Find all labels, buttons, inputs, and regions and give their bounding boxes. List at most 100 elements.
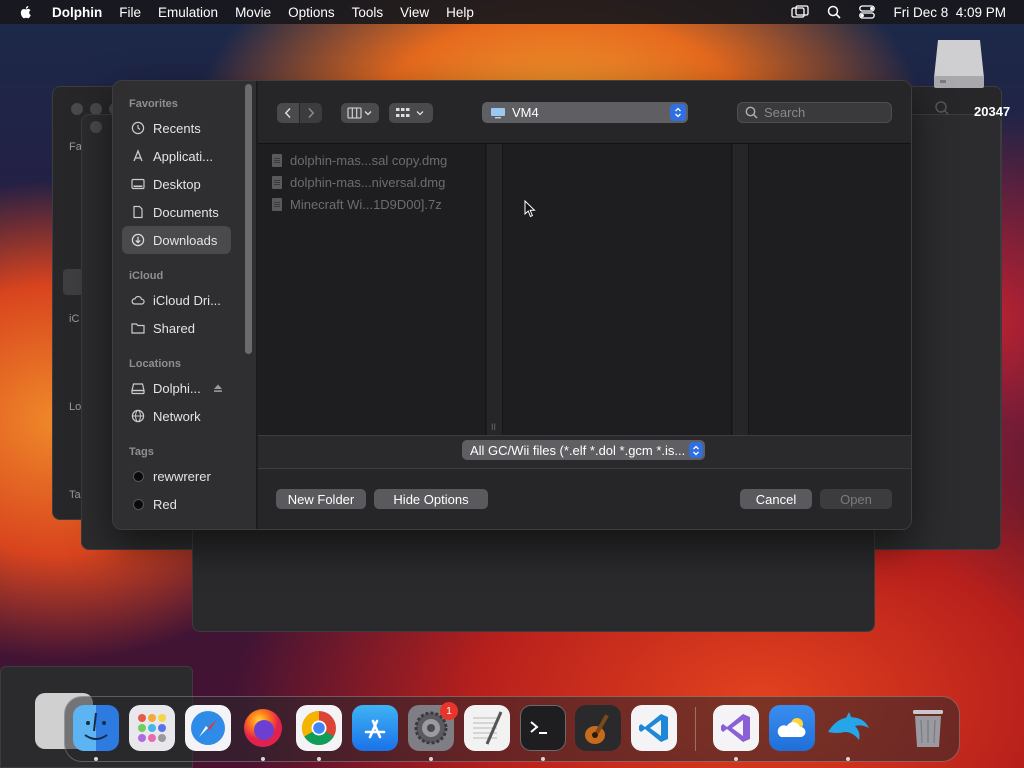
file-type-filter[interactable]: All GC/Wii files (*.elf *.dol *.gcm *.is… — [462, 440, 705, 460]
screen-mirroring-icon[interactable] — [791, 5, 810, 19]
control-center-icon[interactable] — [859, 5, 876, 19]
cancel-button[interactable]: Cancel — [740, 489, 812, 509]
grid-icon — [396, 108, 424, 117]
chevron-left-icon — [284, 107, 291, 119]
sidebar-item-downloads[interactable]: Downloads — [122, 226, 231, 254]
sidebar-item-label: Shared — [153, 320, 195, 336]
menu-app-name[interactable]: Dolphin — [52, 5, 102, 20]
column-browser: dolphin-mas...sal copy.dmg dolphin-mas..… — [258, 143, 911, 436]
browser-column — [502, 144, 732, 436]
column-view-button[interactable] — [341, 103, 379, 123]
sidebar-item-shared[interactable]: Shared — [122, 314, 231, 342]
running-indicator — [541, 757, 545, 761]
terminal-icon[interactable] — [520, 705, 566, 751]
globe-icon — [131, 409, 145, 423]
chrome-icon[interactable] — [296, 705, 342, 751]
running-indicator — [317, 757, 321, 761]
sidebar-item-desktop[interactable]: Desktop — [122, 170, 231, 198]
chevron-right-icon — [308, 107, 315, 119]
external-drive-icon[interactable] — [930, 38, 988, 90]
menubar-clock[interactable]: Fri Dec 8 4:09 PM — [893, 5, 1006, 20]
group-view-button[interactable] — [389, 103, 433, 123]
menu-help[interactable]: Help — [446, 5, 474, 20]
chevron-up-down-icon — [670, 104, 686, 121]
sidebar-item-applications[interactable]: Applicati... — [122, 142, 231, 170]
sidebar-item-label: Recents — [153, 120, 201, 136]
sidebar-item-label: Applicati... — [153, 148, 213, 164]
running-indicator — [261, 757, 265, 761]
menu-emulation[interactable]: Emulation — [158, 5, 218, 20]
menu-movie[interactable]: Movie — [235, 5, 271, 20]
file-icon — [272, 175, 282, 189]
running-indicator — [429, 757, 433, 761]
dock — [64, 696, 960, 762]
dock-separator — [695, 707, 696, 751]
sidebar-item-dolphin-disk[interactable]: Dolphi... — [122, 374, 231, 402]
clock-icon — [131, 121, 145, 135]
sidebar-item-recents[interactable]: Recents — [122, 114, 231, 142]
sidebar-item-tag[interactable]: rewwrerer — [122, 462, 231, 490]
launchpad-icon[interactable] — [129, 705, 175, 751]
sidebar-item-label: iCloud Dri... — [153, 292, 221, 308]
textedit-icon[interactable] — [464, 705, 510, 751]
file-name: dolphin-mas...sal copy.dmg — [290, 152, 448, 168]
shared-folder-icon — [131, 321, 145, 335]
search-field[interactable] — [737, 102, 892, 123]
dolphin-icon[interactable] — [825, 705, 871, 751]
bg-sidebar-label: iC — [69, 313, 80, 325]
sidebar-item-documents[interactable]: Documents — [122, 198, 231, 226]
vscode-icon[interactable] — [631, 705, 677, 751]
column-grip-icon[interactable]: II — [491, 422, 496, 432]
sidebar-item-label: Network — [153, 408, 201, 424]
hide-options-button[interactable]: Hide Options — [374, 489, 488, 509]
app-store-icon[interactable] — [352, 705, 398, 751]
sidebar-item-network[interactable]: Network — [122, 402, 231, 430]
running-indicator — [94, 757, 98, 761]
location-popup[interactable]: VM4 — [482, 102, 688, 123]
open-button[interactable]: Open — [820, 489, 892, 509]
forward-button[interactable] — [300, 103, 322, 123]
bg-sidebar-label: Lo — [69, 401, 82, 413]
file-item[interactable]: Minecraft Wi...1D9D00].7z — [272, 194, 442, 214]
sidebar-item-label: Desktop — [153, 176, 201, 192]
search-icon[interactable] — [934, 100, 950, 116]
locations-header: Locations — [129, 358, 181, 370]
trash-icon[interactable] — [905, 705, 951, 751]
file-item[interactable]: dolphin-mas...sal copy.dmg — [272, 150, 447, 170]
mouse-cursor-icon — [524, 200, 536, 218]
apple-icon[interactable] — [18, 4, 34, 20]
menu-tools[interactable]: Tools — [352, 5, 384, 20]
menu-file[interactable]: File — [119, 5, 141, 20]
back-button[interactable] — [277, 103, 299, 123]
visual-studio-icon[interactable] — [713, 705, 759, 751]
file-icon — [272, 197, 282, 211]
file-item[interactable]: dolphin-mas...niversal.dmg — [272, 172, 445, 192]
search-input[interactable] — [764, 105, 884, 120]
safari-icon[interactable] — [185, 705, 231, 751]
file-type-label: All GC/Wii files (*.elf *.dol *.gcm *.is… — [470, 442, 686, 458]
notification-badge: 1 — [440, 702, 458, 720]
column-resize-handle[interactable] — [733, 144, 748, 436]
garageband-icon[interactable] — [575, 705, 621, 751]
weather-icon[interactable] — [769, 705, 815, 751]
sidebar-item-label: rewwrerer — [153, 468, 211, 484]
sidebar-item-label: Red — [153, 496, 177, 512]
new-folder-button[interactable]: New Folder — [276, 489, 366, 509]
sidebar-item-icloud-drive[interactable]: iCloud Dri... — [122, 286, 231, 314]
sidebar-item-tag-red[interactable]: Red — [122, 490, 231, 518]
sidebar-scrollbar[interactable] — [245, 84, 252, 354]
computer-icon — [491, 107, 505, 118]
file-name: dolphin-mas...niversal.dmg — [290, 174, 446, 190]
menu-options[interactable]: Options — [288, 5, 335, 20]
spotlight-search-icon[interactable] — [827, 5, 842, 19]
chevron-up-down-icon — [689, 442, 703, 458]
window-controls[interactable] — [90, 121, 102, 133]
columns-icon — [347, 107, 372, 119]
running-indicator — [734, 757, 738, 761]
cloud-icon — [131, 293, 145, 307]
eject-icon[interactable] — [213, 381, 223, 396]
menu-view[interactable]: View — [400, 5, 429, 20]
firefox-icon[interactable] — [240, 705, 286, 751]
column-resize-handle[interactable] — [487, 144, 502, 436]
finder-icon[interactable] — [73, 705, 119, 751]
